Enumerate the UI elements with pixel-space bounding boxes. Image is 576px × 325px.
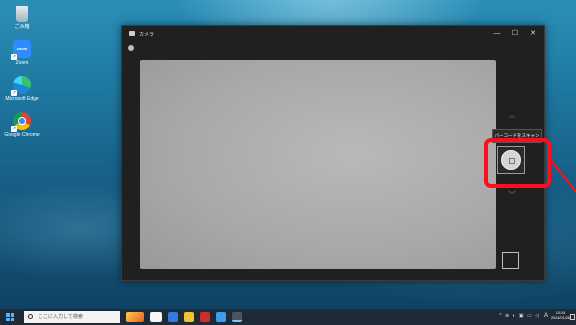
desktop-icon-edge[interactable]: ↗ Microsoft Edge <box>4 76 40 102</box>
chrome-icon: ↗ <box>11 112 31 132</box>
desktop-icon-recycle-bin[interactable]: ごみ箱 <box>4 6 40 30</box>
edge-icon: ↗ <box>11 76 31 96</box>
window-title: カメラ <box>139 32 155 38</box>
zoom-icon: ↗ <box>11 40 31 60</box>
taskbar-clock[interactable]: 10:24 2024/01/26 <box>551 311 570 321</box>
settings-gear-icon[interactable] <box>128 45 134 51</box>
taskbar-file-explorer-icon[interactable] <box>184 312 194 322</box>
title-bar[interactable]: カメラ — ☐ ✕ <box>122 26 544 42</box>
camera-window: カメラ — ☐ ✕ ︿ バーコードをスキャン ﹀ <box>121 25 545 281</box>
taskbar-app-icon[interactable] <box>150 312 162 322</box>
taskbar-store-icon[interactable] <box>216 312 226 322</box>
minimize-button[interactable]: — <box>490 29 504 39</box>
shortcut-arrow-icon: ↗ <box>11 126 17 132</box>
input-language-indicator[interactable]: A <box>544 313 548 319</box>
search-placeholder: ここに入力して検索 <box>38 314 83 320</box>
maximize-button[interactable]: ☐ <box>508 29 522 39</box>
desktop-icon-label: Microsoft Edge <box>5 96 39 102</box>
taskbar-office-icon[interactable] <box>200 312 210 322</box>
gallery-thumbnail-button[interactable] <box>502 252 519 269</box>
camera-app-icon <box>129 31 135 36</box>
taskbar-camera-icon[interactable] <box>232 312 242 322</box>
taskbar-task-view-icon[interactable] <box>168 312 178 322</box>
desktop-icon-zoom[interactable]: ↗ Zoom <box>4 40 40 66</box>
search-icon <box>28 314 33 319</box>
mode-previous-chevron-up-icon[interactable]: ︿ <box>507 110 517 120</box>
desktop-icon-label: Google Chrome <box>4 132 40 138</box>
desktop-icon-label: Zoom <box>15 60 29 66</box>
desktop-icon-chrome[interactable]: ↗ Google Chrome <box>4 112 40 138</box>
annotation-arrow <box>550 159 576 193</box>
taskbar-widgets-icon[interactable] <box>126 312 144 322</box>
camera-preview <box>140 60 496 269</box>
start-button-windows-icon[interactable] <box>6 313 14 321</box>
shortcut-arrow-icon: ↗ <box>11 90 17 96</box>
taskbar: ここに入力して検索 ^ ⊕ ◐ ▣ ▭ ◁ A 10:24 2024/01/26 <box>0 309 576 325</box>
clock-date: 2024/01/26 <box>550 316 570 320</box>
desktop-icon-label: ごみ箱 <box>14 24 30 30</box>
shortcut-arrow-icon: ↗ <box>11 54 17 60</box>
close-button[interactable]: ✕ <box>526 29 540 39</box>
notification-icon[interactable] <box>570 314 575 320</box>
taskbar-search-input[interactable]: ここに入力して検索 <box>24 311 120 323</box>
system-tray-icons[interactable]: ^ ⊕ ◐ ▣ ▭ ◁ <box>499 313 540 319</box>
mode-next-chevron-down-icon[interactable]: ﹀ <box>507 190 517 200</box>
recycle-bin-icon <box>16 6 28 22</box>
